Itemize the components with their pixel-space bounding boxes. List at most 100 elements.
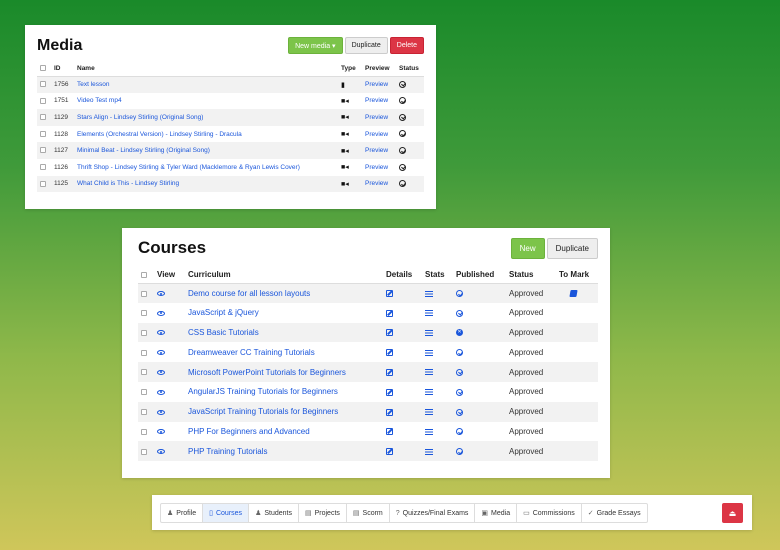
row-checkbox[interactable] [40,114,46,121]
preview-link[interactable]: Preview [365,114,388,121]
duplicate-course-button[interactable]: Duplicate [546,238,598,259]
course-name-link[interactable]: JavaScript & jQuery [188,308,259,317]
media-name-link[interactable]: Thrift Shop - Lindsey Stirling & Tyler W… [77,164,300,171]
check-icon: ✓ [587,510,594,517]
tab-media[interactable]: ▣ Media [475,504,518,522]
course-name-link[interactable]: PHP Training Tutorials [188,447,267,456]
curriculum-cell: PHP Training Tutorials [185,441,383,462]
tab-courses[interactable]: ▯ Courses [203,504,250,522]
new-media-button[interactable]: New media ▾ [288,37,343,54]
check-circle-icon[interactable] [456,349,463,357]
eye-icon[interactable] [157,449,165,455]
eye-icon[interactable] [157,409,165,415]
list-icon[interactable] [425,428,433,435]
course-name-link[interactable]: AngularJS Training Tutorials for Beginne… [188,387,338,396]
row-checkbox[interactable] [141,428,147,435]
row-checkbox[interactable] [40,130,46,137]
media-name-link[interactable]: Text lesson [77,81,110,88]
list-icon[interactable] [425,389,433,396]
row-checkbox[interactable] [141,409,147,416]
logout-button[interactable]: ⏏ [722,503,743,523]
new-course-button[interactable]: New [510,238,545,259]
course-name-link[interactable]: PHP For Beginners and Advanced [188,427,310,436]
media-name-link[interactable]: Elements (Orchestral Version) - Lindsey … [77,131,242,138]
row-checkbox[interactable] [40,147,46,154]
row-checkbox[interactable] [40,97,46,104]
list-icon[interactable] [425,290,433,297]
eye-icon[interactable] [157,330,165,336]
row-checkbox[interactable] [141,448,147,455]
col-name: Name [74,61,338,77]
eye-icon[interactable] [157,369,165,375]
row-checkbox[interactable] [40,81,46,88]
list-icon[interactable] [425,448,433,455]
select-all-checkbox[interactable] [40,65,46,72]
course-name-link[interactable]: CSS Basic Tutorials [188,328,259,337]
media-name-link[interactable]: Minimal Beat - Lindsey Stirling (Origina… [77,147,210,154]
list-icon[interactable] [425,310,433,317]
row-checkbox[interactable] [141,329,147,336]
row-checkbox[interactable] [141,349,147,356]
edit-icon[interactable] [386,309,393,317]
course-name-link[interactable]: Dreamweaver CC Training Tutorials [188,348,315,357]
preview-link[interactable]: Preview [365,131,388,138]
edit-icon[interactable] [386,290,393,298]
eye-icon[interactable] [157,389,165,395]
edit-icon[interactable] [386,368,393,376]
eye-icon[interactable] [157,350,165,356]
row-checkbox[interactable] [40,180,46,187]
list-icon[interactable] [425,369,433,376]
book-icon[interactable] [569,290,578,298]
row-checkbox[interactable] [40,164,46,171]
edit-icon[interactable] [386,448,393,456]
course-name-link[interactable]: Microsoft PowerPoint Tutorials for Begin… [188,368,346,377]
preview-link[interactable]: Preview [365,164,388,171]
list-icon[interactable] [425,349,433,356]
preview-link[interactable]: Preview [365,81,388,88]
list-icon[interactable] [425,329,433,336]
tab-quizzes-final-exams[interactable]: ? Quizzes/Final Exams [390,504,476,522]
edit-icon[interactable] [386,388,393,396]
course-name-link[interactable]: Demo course for all lesson layouts [188,289,310,298]
edit-icon[interactable] [386,408,393,416]
tab-label: Quizzes/Final Exams [402,509,469,517]
row-checkbox[interactable] [141,369,147,376]
preview-link[interactable]: Preview [365,97,388,104]
check-circle-icon[interactable] [456,309,463,317]
eye-icon[interactable] [157,291,165,297]
curriculum-cell: Dreamweaver CC Training Tutorials [185,342,383,362]
media-name-link[interactable]: Stars Align - Lindsey Stirling (Original… [77,114,203,121]
preview-link[interactable]: Preview [365,147,388,154]
select-all-checkbox[interactable] [141,271,147,278]
list-icon[interactable] [425,409,433,416]
tab-students[interactable]: ♟ Students [249,504,299,522]
row-checkbox[interactable] [141,290,147,297]
tab-commissions[interactable]: ▭ Commissions [517,504,582,522]
check-circle-icon[interactable] [456,408,463,416]
row-checkbox[interactable] [141,389,147,396]
course-name-link[interactable]: JavaScript Training Tutorials for Beginn… [188,407,338,416]
check-circle-icon[interactable] [456,388,463,396]
check-circle-icon[interactable] [456,368,463,376]
tab-projects[interactable]: ▤ Projects [299,504,347,522]
edit-icon[interactable] [386,349,393,357]
tab-scorm[interactable]: ▤ Scorm [347,504,390,522]
check-circle-icon[interactable] [456,428,463,436]
row-checkbox[interactable] [141,310,147,317]
row-select-cell [138,382,154,402]
tab-grade-essays[interactable]: ✓ Grade Essays [582,504,647,522]
check-circle-icon[interactable] [456,448,463,456]
media-name-link[interactable]: Video Test mp4 [77,97,122,104]
tab-profile[interactable]: ♟ Profile [161,504,204,522]
delete-media-button[interactable]: Delete [389,37,424,54]
check-circle-icon[interactable] [456,290,463,298]
duplicate-media-button[interactable]: Duplicate [344,37,388,54]
x-circle-icon[interactable]: ✕ [456,329,463,337]
edit-icon[interactable] [386,329,393,337]
media-name-link[interactable]: What Child is This - Lindsey Stirling [77,180,179,187]
preview-link[interactable]: Preview [365,180,388,187]
eye-icon[interactable] [157,310,165,316]
edit-icon[interactable] [386,428,393,436]
row-select-cell [138,401,154,422]
eye-icon[interactable] [157,429,165,435]
